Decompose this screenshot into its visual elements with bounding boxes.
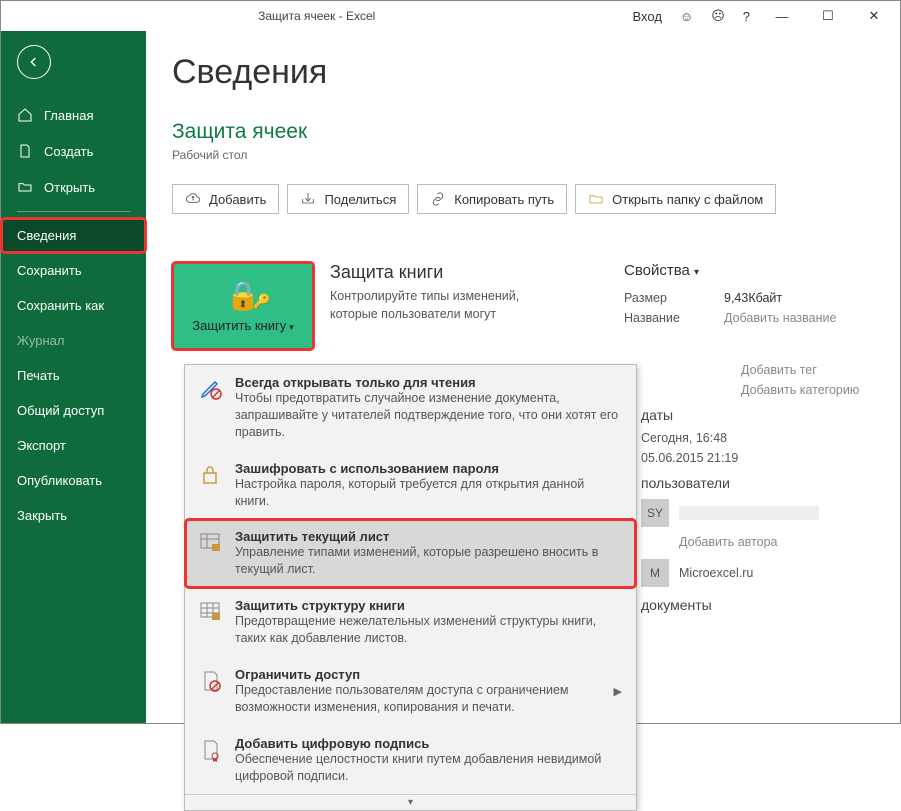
nav-label: Главная	[44, 108, 93, 123]
avatar: SY	[641, 499, 669, 527]
upload-button[interactable]: Добавить	[172, 184, 279, 214]
protect-workbook-button[interactable]: 🔒🔑 Защитить книгу▾	[172, 262, 314, 350]
help-icon[interactable]: ?	[743, 9, 750, 24]
dates-header: даты	[641, 407, 881, 423]
document-icon	[17, 143, 33, 159]
maximize-button[interactable]: ☐	[814, 8, 842, 24]
nav-label: Закрыть	[17, 508, 67, 523]
nav-publish[interactable]: Опубликовать	[1, 463, 146, 498]
nav-new[interactable]: Создать	[1, 133, 146, 169]
signin-link[interactable]: Вход	[633, 9, 662, 24]
nav-label: Общий доступ	[17, 403, 104, 418]
protect-section-desc: Контролируйте типы изменений, которые по…	[330, 287, 520, 323]
nav-label: Открыть	[44, 180, 95, 195]
cloud-upload-icon	[185, 191, 201, 207]
nav-close[interactable]: Закрыть	[1, 498, 146, 533]
share-icon	[300, 191, 316, 207]
protect-workbook-menu: Всегда открывать только для чтенияЧтобы …	[184, 364, 637, 811]
nav-history: Журнал	[1, 323, 146, 358]
menu-protect-structure[interactable]: Защитить структуру книгиПредотвращение н…	[185, 588, 636, 657]
open-folder-button[interactable]: Открыть папку с файлом	[575, 184, 776, 214]
nav-label: Сведения	[17, 228, 76, 243]
workbook-lock-icon	[199, 600, 223, 624]
date-created: 05.06.2015 21:19	[641, 451, 881, 465]
nav-label: Сохранить как	[17, 298, 104, 313]
close-button[interactable]: ✕	[860, 8, 888, 24]
share-button[interactable]: Поделиться	[287, 184, 409, 214]
home-icon	[17, 107, 33, 123]
menu-open-readonly[interactable]: Всегда открывать только для чтенияЧтобы …	[185, 365, 636, 451]
nav-home[interactable]: Главная	[1, 97, 146, 133]
nav-export[interactable]: Экспорт	[1, 428, 146, 463]
author-row[interactable]: SY	[641, 499, 881, 527]
arrow-left-icon	[26, 54, 42, 70]
nav-info[interactable]: Сведения	[1, 218, 146, 253]
face-smile-icon[interactable]: ☺	[680, 9, 693, 24]
date-modified: Сегодня, 16:48	[641, 431, 881, 445]
nav-label: Журнал	[17, 333, 64, 348]
nav-open[interactable]: Открыть	[1, 169, 146, 205]
document-title: Защита ячеек	[172, 120, 874, 144]
pencil-prohibit-icon	[199, 377, 223, 401]
chevron-down-icon: ▾	[289, 322, 294, 332]
chevron-right-icon: ▶	[614, 685, 622, 698]
folder-open-icon	[17, 179, 33, 195]
nav-label: Экспорт	[17, 438, 66, 453]
add-author-link[interactable]: Добавить автора	[679, 535, 881, 549]
menu-encrypt-password[interactable]: Зашифровать с использованием пароляНастр…	[185, 451, 636, 520]
minimize-button[interactable]: —	[768, 9, 796, 24]
prop-size: Размер9,43Кбайт	[624, 291, 874, 305]
document-prohibit-icon	[199, 669, 223, 693]
prop-category[interactable]: Добавить категорию	[741, 383, 881, 397]
menu-protect-sheet[interactable]: Защитить текущий листУправление типами и…	[185, 519, 636, 588]
nav-label: Создать	[44, 144, 93, 159]
page-heading: Сведения	[172, 53, 874, 92]
back-button[interactable]	[17, 45, 51, 79]
related-docs-header: документы	[641, 597, 881, 613]
face-sad-icon[interactable]: ☹	[711, 8, 725, 24]
lock-icon: 🔒🔑	[226, 279, 261, 312]
protect-section-title: Защита книги	[330, 262, 608, 283]
nav-print[interactable]: Печать	[1, 358, 146, 393]
prop-title[interactable]: НазваниеДобавить название	[624, 311, 874, 325]
prop-tag[interactable]: Добавить тег	[741, 363, 881, 377]
last-modified-by-row[interactable]: MMicroexcel.ru	[641, 559, 881, 587]
menu-restrict-access[interactable]: Ограничить доступПредоставление пользова…	[185, 657, 636, 726]
nav-share[interactable]: Общий доступ	[1, 393, 146, 428]
properties-header[interactable]: Свойства ▾	[624, 262, 874, 279]
nav-save[interactable]: Сохранить	[1, 253, 146, 288]
nav-saveas[interactable]: Сохранить как	[1, 288, 146, 323]
nav-label: Сохранить	[17, 263, 82, 278]
document-ribbon-icon	[199, 738, 223, 762]
document-location: Рабочий стол	[172, 148, 874, 162]
nav-label: Опубликовать	[17, 473, 102, 488]
avatar: M	[641, 559, 669, 587]
backstage-sidebar: Главная Создать Открыть Сведения Сохрани…	[1, 31, 146, 723]
users-header: пользователи	[641, 475, 881, 491]
lock-key-icon	[199, 463, 223, 487]
menu-expand-handle[interactable]: ▾	[185, 794, 636, 810]
copy-path-button[interactable]: Копировать путь	[417, 184, 567, 214]
nav-label: Печать	[17, 368, 60, 383]
menu-digital-signature[interactable]: Добавить цифровую подписьОбеспечение цел…	[185, 726, 636, 795]
link-icon	[430, 191, 446, 207]
folder-icon	[588, 191, 604, 207]
window-title: Защита ячеек - Excel	[1, 9, 633, 23]
sheet-lock-icon	[199, 531, 223, 555]
